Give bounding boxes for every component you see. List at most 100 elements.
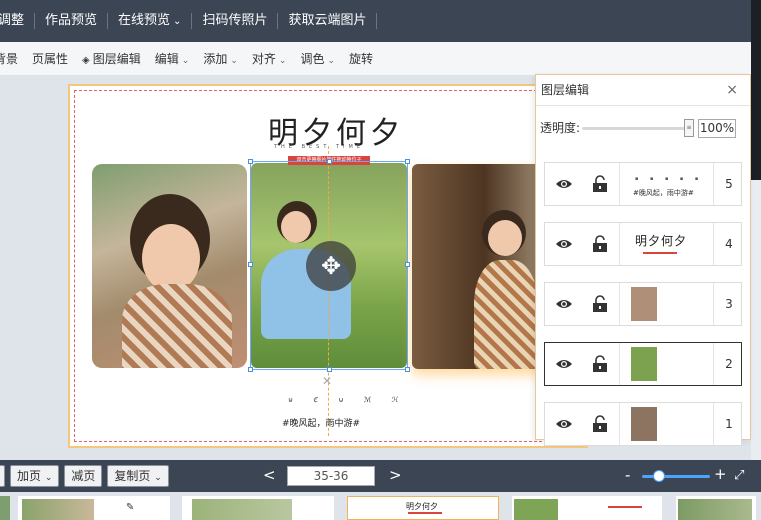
thumbnail-photo [514, 499, 558, 520]
resize-handle-w[interactable] [248, 262, 253, 267]
layer-number: 2 [725, 357, 733, 371]
divider [713, 163, 714, 205]
resize-handle-sw[interactable] [248, 367, 253, 372]
page-subtitle[interactable]: THE BEST TIME [274, 144, 364, 150]
opacity-slider-thumb[interactable]: ≡ [684, 119, 694, 137]
zoom-slider-thumb[interactable] [653, 470, 665, 482]
opacity-row: 透明度: ≡ 100% [536, 106, 750, 150]
unlock-icon[interactable] [592, 415, 608, 433]
unlock-icon[interactable] [592, 175, 608, 193]
zoom-out-button[interactable]: - [625, 466, 630, 484]
photo-subject-dress [122, 284, 232, 368]
layer-number: 4 [725, 237, 733, 251]
resize-handle-se[interactable] [405, 367, 410, 372]
menu-preview[interactable]: 作品预览 [35, 13, 109, 29]
layer-thumb-photo [631, 347, 657, 381]
thumbnail-text: ✎ [126, 502, 135, 513]
toolbar-edit[interactable]: 编辑 ⌄ [148, 50, 197, 67]
page-number-field[interactable]: 35-36 [287, 466, 375, 486]
layer-thumbnail [623, 406, 709, 442]
layer-thumb-tag [643, 252, 677, 254]
photo-frame-1[interactable] [92, 164, 247, 368]
layer-thumb-text: #晚风起，雨中游# [633, 189, 694, 197]
thumbnail-tag [608, 506, 642, 508]
layer-thumb-title: 明夕何夕 [635, 234, 688, 248]
unlock-icon[interactable] [592, 235, 608, 253]
resize-handle-nw[interactable] [248, 159, 253, 164]
thumbnail-photo [22, 499, 94, 520]
thumbnail-photo [678, 499, 752, 520]
divider [619, 403, 620, 445]
unlock-icon[interactable] [592, 355, 608, 373]
menu-adjust[interactable]: 调整 [0, 13, 36, 29]
thumbnail-tag [408, 512, 442, 514]
eye-icon[interactable] [555, 177, 573, 191]
prev-page-button[interactable]: < [263, 466, 276, 484]
decorative-icons: ⊌ ℭ ⊍ ℳ ℋ [288, 396, 408, 404]
chevron-down-icon: ⌄ [278, 56, 287, 66]
eye-icon[interactable] [555, 417, 573, 431]
eye-icon[interactable] [555, 297, 573, 311]
menu-online-preview[interactable]: 在线预览 ⌄ [108, 13, 193, 29]
page-thumbnail-active[interactable]: 明夕何夕 [347, 496, 499, 520]
layer-number: 1 [725, 417, 733, 431]
divider [713, 343, 714, 385]
opacity-value-field[interactable]: 100% [698, 119, 736, 138]
next-page-button[interactable]: > [389, 466, 402, 484]
layers-icon: ◈ [82, 55, 90, 66]
layer-row[interactable]: 1 [544, 402, 742, 446]
copy-page-button[interactable]: 复制页 ⌄ [107, 465, 169, 487]
resize-handle-ne[interactable] [405, 159, 410, 164]
toolbar-layer-edit[interactable]: ◈ 图层编辑 [75, 50, 148, 67]
album-page[interactable]: 明夕何夕 THE BEST TIME 双击更换图片按住拖动换位子 ✥ ✕ ⊌ ℭ… [68, 84, 588, 448]
unlock-icon[interactable] [592, 295, 608, 313]
eye-icon[interactable] [555, 357, 573, 371]
chevron-down-icon: ⌄ [327, 56, 335, 66]
thumbnail-photo [192, 499, 292, 520]
page-thumbnails: ✎ 明夕何夕 [0, 492, 761, 520]
toolbar-add[interactable]: 添加 ⌄ [196, 50, 245, 67]
opacity-slider[interactable] [582, 127, 692, 130]
resize-handle-s[interactable] [327, 367, 332, 372]
divider [713, 223, 714, 265]
toolbar-align[interactable]: 对齐 ⌄ [245, 50, 294, 67]
menu-scan-upload[interactable]: 扫码传照片 [192, 13, 279, 29]
layer-row[interactable]: 3 [544, 282, 742, 326]
zoom-in-button[interactable]: + [714, 465, 727, 483]
layer-row[interactable]: 2 [544, 342, 742, 386]
thumbnail-title: 明夕何夕 [406, 502, 438, 511]
chevron-down-icon: ⌄ [44, 473, 53, 483]
page-thumbnail[interactable] [182, 496, 334, 520]
photo-subject-face [142, 224, 200, 292]
fit-screen-icon[interactable]: ⤢ [734, 468, 744, 483]
move-icon[interactable]: ✥ [306, 241, 356, 291]
toolbar-color[interactable]: 调色 ⌄ [293, 50, 342, 67]
page-thumbnail[interactable] [676, 496, 756, 520]
add-page-button[interactable]: 加页 ⌄ [10, 465, 60, 487]
layer-thumbnail: #晚风起，雨中游# ▪ ▪ ▪ ▪ ▪ [623, 166, 709, 202]
left-partial-button[interactable] [0, 465, 5, 487]
editor-toolbar: 背景 页属性 ◈ 图层编辑 编辑 ⌄ 添加 ⌄ 对齐 ⌄ 调色 ⌄ 旋转 [0, 42, 751, 76]
toolbar-rotate[interactable]: 旋转 [342, 50, 380, 67]
layer-row[interactable]: #晚风起，雨中游# ▪ ▪ ▪ ▪ ▪ 5 [544, 162, 742, 206]
resize-handle-n[interactable] [327, 159, 332, 164]
menu-cloud-images[interactable]: 获取云端图片 [278, 13, 378, 29]
eye-icon[interactable] [555, 237, 573, 251]
chevron-down-icon: ⌄ [181, 56, 190, 66]
resize-handle-e[interactable] [405, 262, 410, 267]
close-icon[interactable]: ✕ [322, 374, 332, 388]
remove-page-button[interactable]: 减页 [64, 465, 103, 487]
chevron-down-icon: ⌄ [230, 56, 238, 66]
page-thumbnail[interactable]: ✎ [18, 496, 170, 520]
window-edge [751, 0, 761, 180]
page-thumbnail[interactable] [512, 496, 662, 520]
layer-row[interactable]: 明夕何夕 4 [544, 222, 742, 266]
toolbar-background[interactable]: 背景 [0, 50, 25, 67]
layer-panel-title: 图层编辑 [541, 83, 590, 97]
layer-thumb-photo [631, 287, 657, 321]
page-caption[interactable]: #晚风起，雨中游# [282, 416, 360, 429]
divider [619, 283, 620, 325]
page-thumbnail[interactable] [0, 496, 10, 520]
toolbar-page-properties[interactable]: 页属性 [25, 50, 75, 67]
close-icon[interactable]: × [726, 75, 738, 106]
